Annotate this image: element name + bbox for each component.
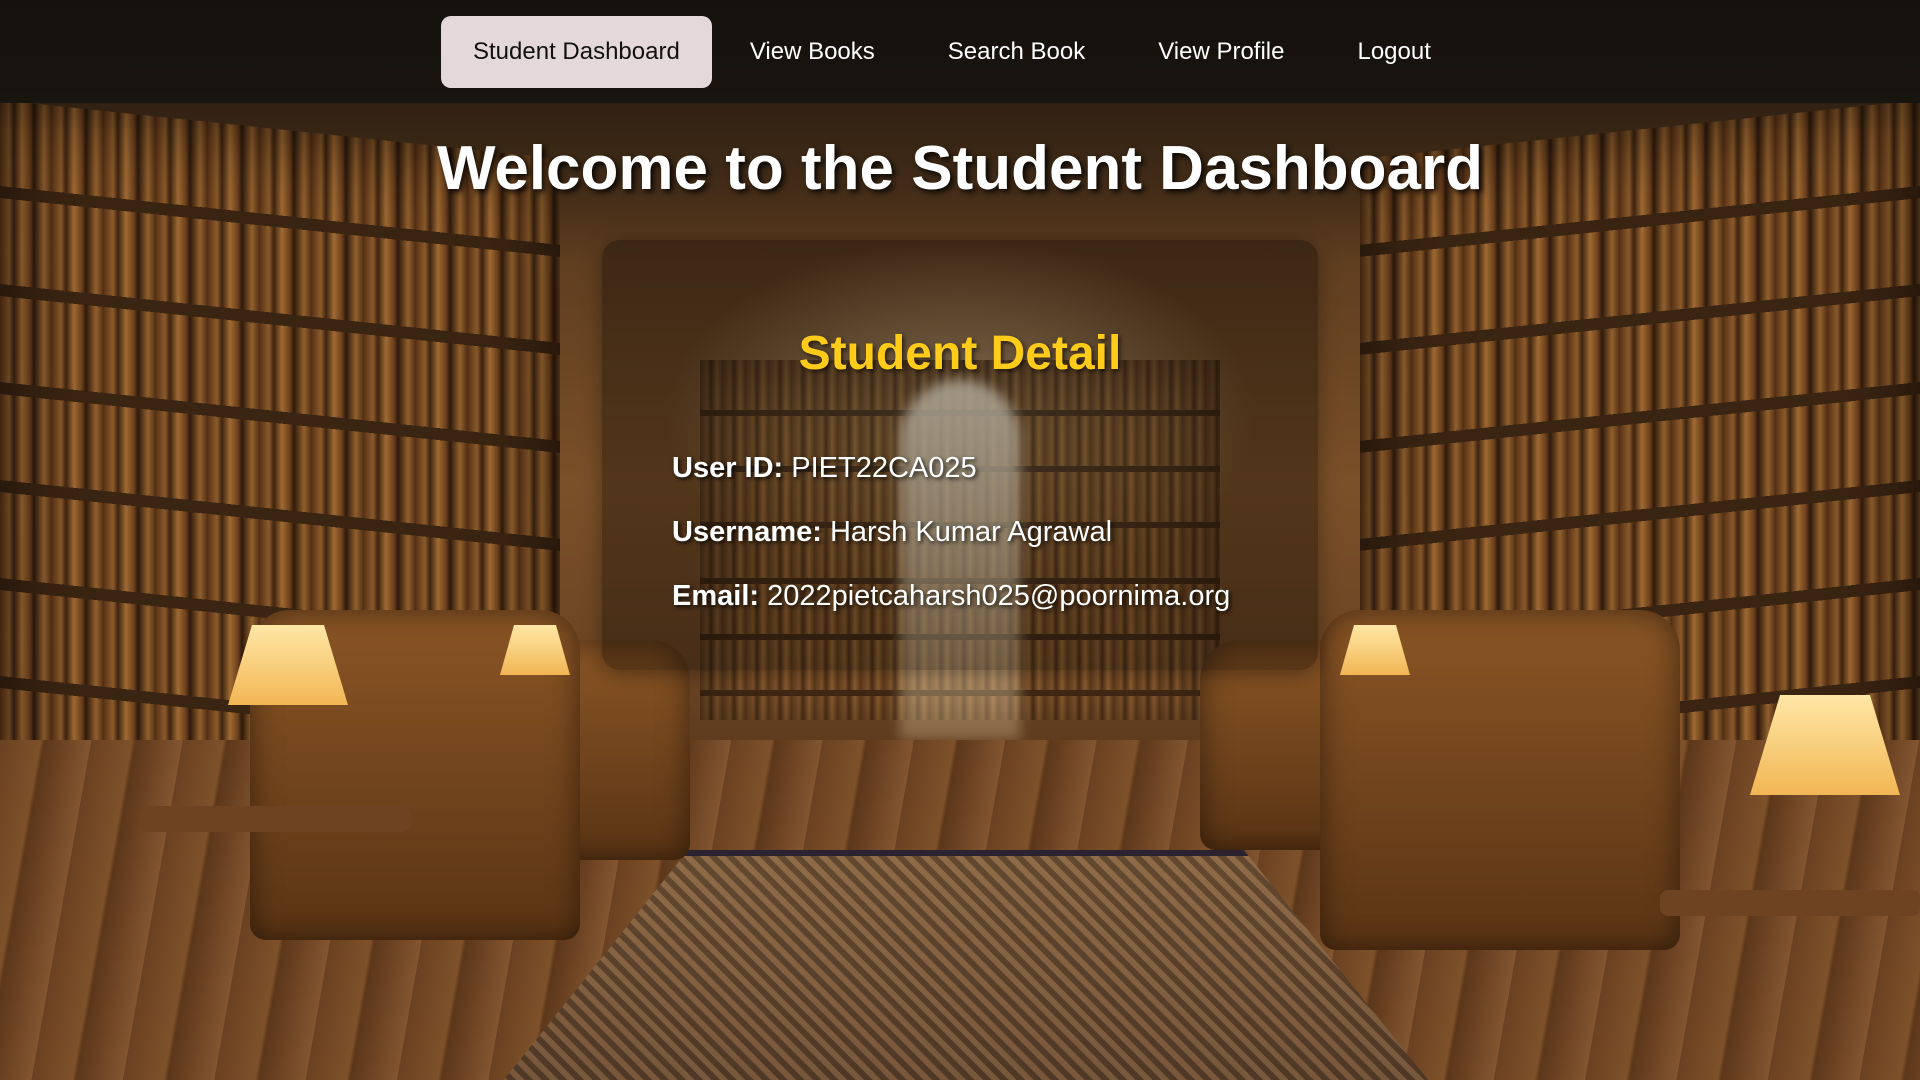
page: Student Dashboard View Books Search Book… [0, 0, 1920, 1080]
detail-row-user-id: User ID: PIET22CA025 [672, 452, 977, 485]
detail-row-username: Username: Harsh Kumar Agrawal [672, 516, 1112, 549]
page-title: Welcome to the Student Dashboard [436, 134, 1484, 203]
student-detail-card: Student Detail User ID: PIET22CA025 User… [602, 240, 1318, 670]
side-table [140, 806, 410, 832]
side-table [1660, 890, 1920, 916]
email-value: 2022pietcaharsh025@poornima.org [767, 580, 1231, 612]
detail-row-email: Email: 2022pietcaharsh025@poornima.org [672, 580, 1230, 613]
card-title: Student Detail [798, 327, 1122, 380]
top-navbar: Student Dashboard View Books Search Book… [0, 0, 1920, 103]
nav-view-profile[interactable]: View Profile [1123, 16, 1319, 88]
nav-search-book[interactable]: Search Book [913, 16, 1120, 88]
user-id-label: User ID: [672, 452, 792, 484]
username-value: Harsh Kumar Agrawal [829, 516, 1113, 548]
nav-view-books[interactable]: View Books [715, 16, 910, 88]
nav-logout[interactable]: Logout [1322, 16, 1465, 88]
user-id-value: PIET22CA025 [791, 452, 977, 484]
username-label: Username: [672, 516, 830, 548]
nav-student-dashboard[interactable]: Student Dashboard [441, 15, 712, 88]
email-label: Email: [672, 580, 768, 612]
